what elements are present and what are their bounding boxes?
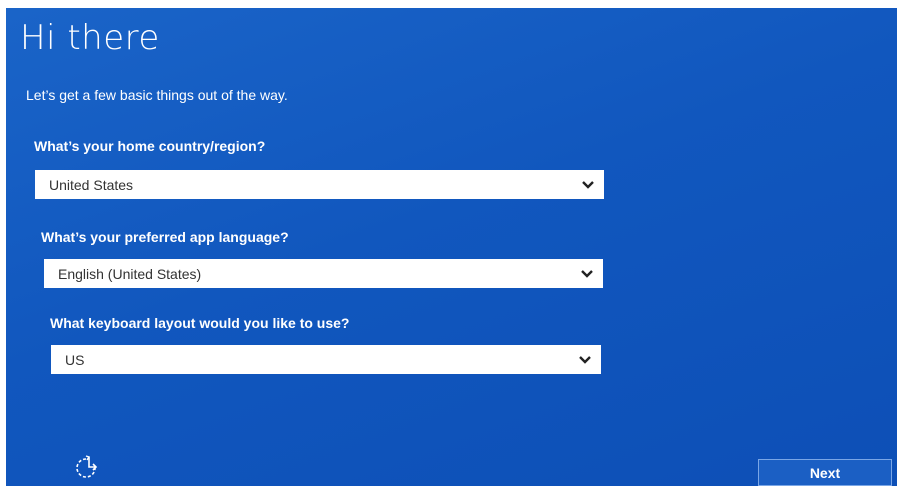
page-title: Hi there	[20, 18, 160, 58]
country-region-dropdown[interactable]: United States	[35, 170, 604, 199]
page-subtitle: Let’s get a few basic things out of the …	[26, 87, 288, 103]
keyboard-layout-value: US	[65, 351, 85, 368]
screen-top-edge	[0, 0, 897, 8]
keyboard-layout-label: What keyboard layout would you like to u…	[50, 315, 350, 331]
chevron-down-icon	[569, 345, 601, 374]
app-language-dropdown[interactable]: English (United States)	[44, 259, 603, 288]
chevron-down-icon	[572, 170, 604, 199]
chevron-down-icon	[571, 259, 603, 288]
country-region-value: United States	[49, 176, 134, 193]
app-language-value: English (United States)	[58, 265, 202, 282]
oobe-region-screen: Hi there Let’s get a few basic things ou…	[6, 8, 897, 486]
ease-of-access-icon[interactable]	[72, 454, 108, 482]
next-button[interactable]: Next	[758, 459, 892, 486]
country-region-label: What’s your home country/region?	[34, 138, 266, 154]
keyboard-layout-dropdown[interactable]: US	[51, 345, 601, 374]
app-language-label: What’s your preferred app language?	[41, 229, 289, 245]
